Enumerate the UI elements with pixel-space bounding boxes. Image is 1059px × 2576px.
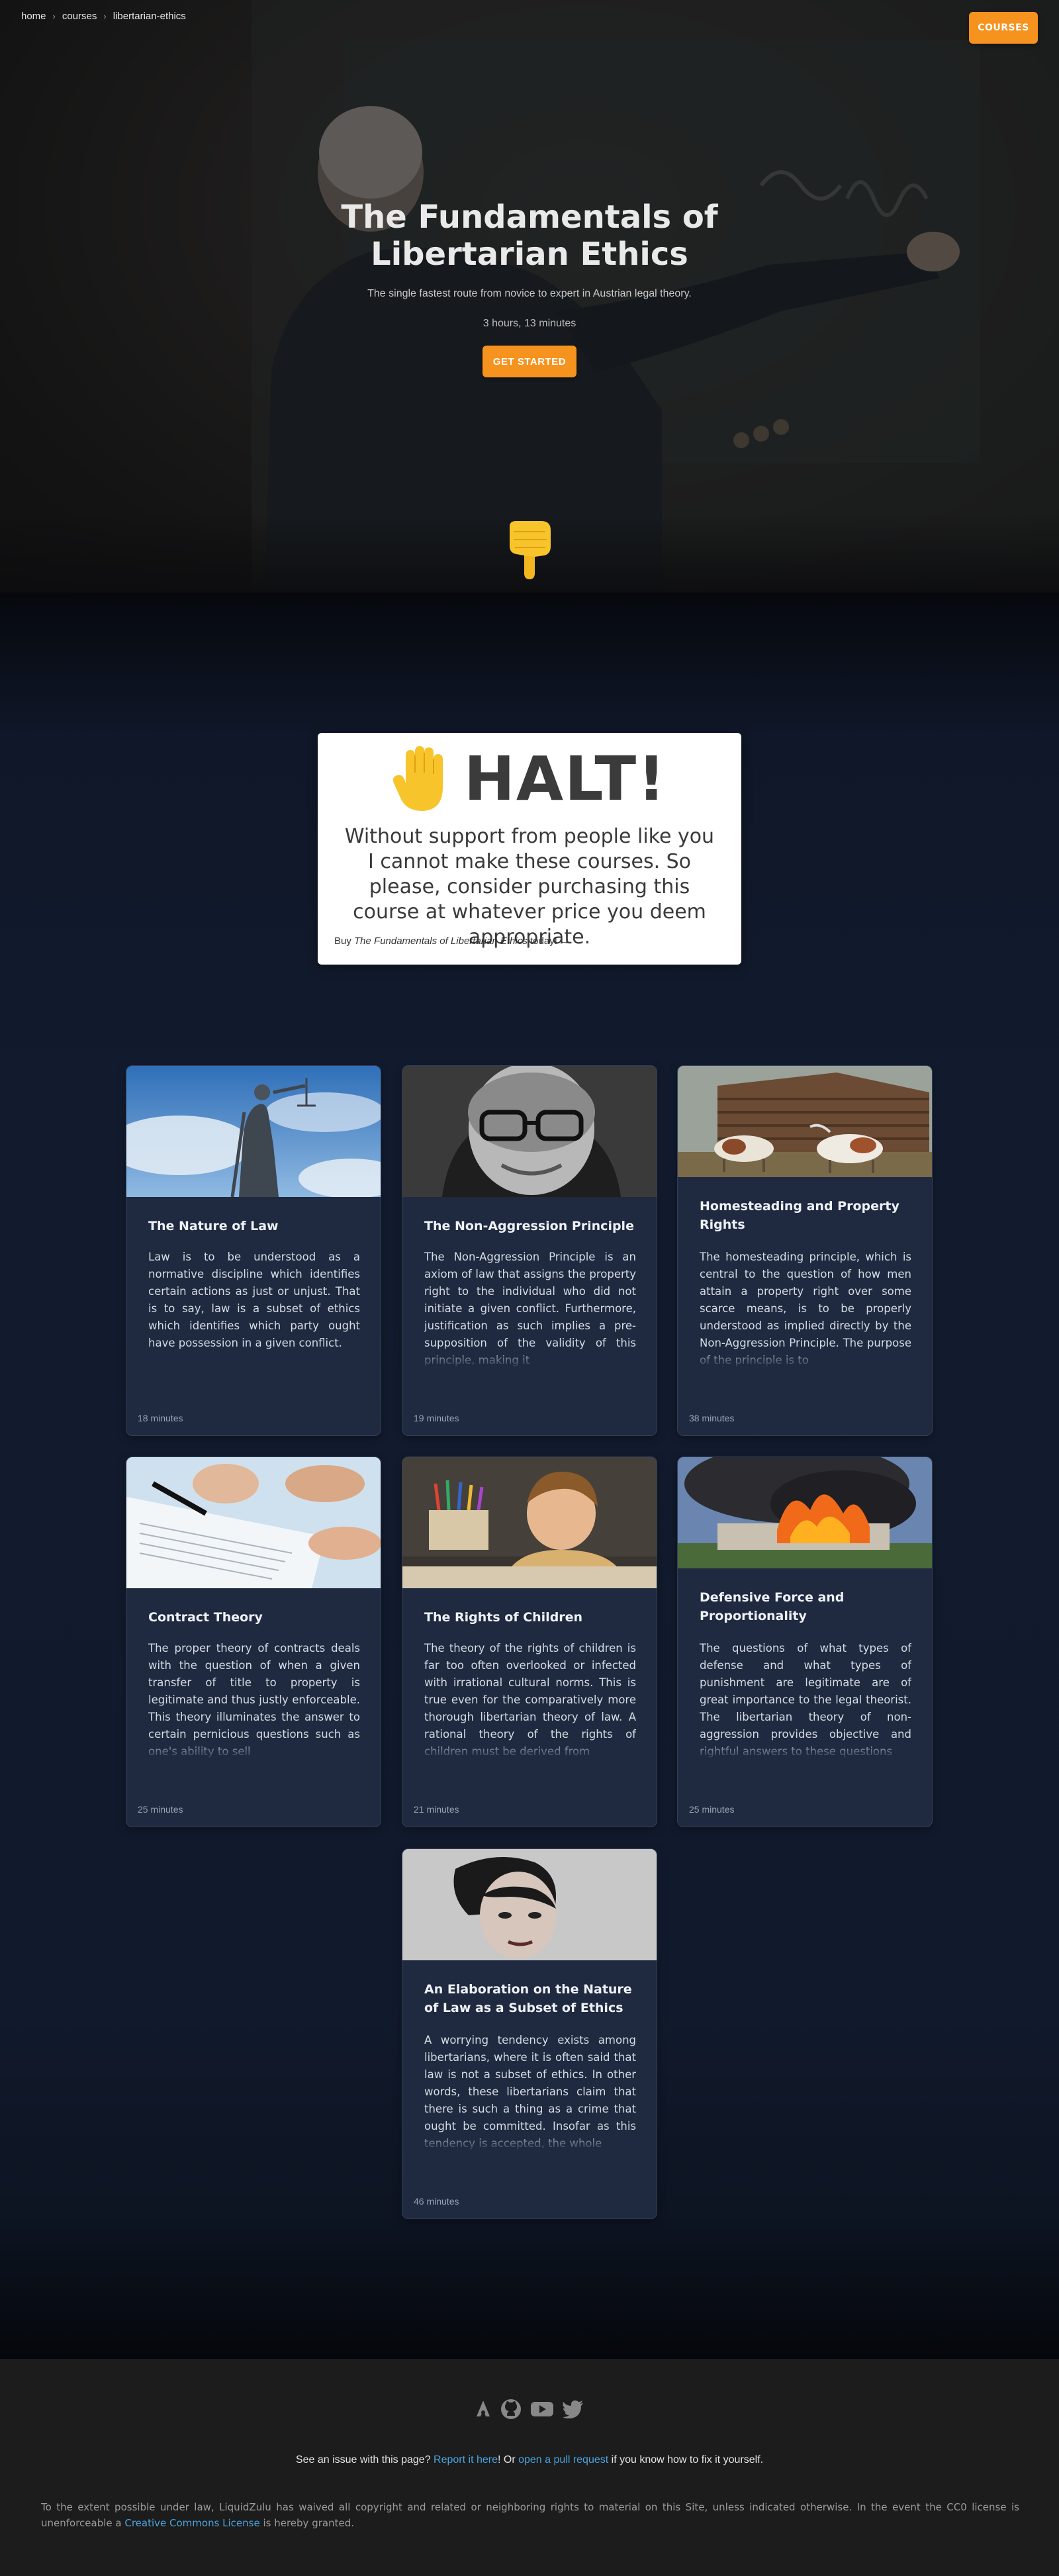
breadcrumb-separator-icon: › [103, 11, 107, 21]
lesson-image [678, 1457, 932, 1568]
burning-compound-image [678, 1457, 932, 1568]
halt-title: HALT! [463, 743, 667, 814]
halt-heading: HALT! [318, 746, 741, 812]
lesson-description: The questions of what types of defense a… [700, 1642, 911, 1758]
issue-prefix: See an issue with this page? [295, 2454, 434, 2465]
cattle-and-log-cabin-image [678, 1066, 932, 1177]
lesson-description: The homesteading principle, which is cen… [700, 1251, 911, 1366]
lesson-image [678, 1066, 932, 1177]
hero-section: home › courses › libertarian-ethics COUR… [0, 0, 1059, 593]
lesson-card[interactable]: Homesteading and Property Rights The hom… [677, 1065, 933, 1436]
lesson-card[interactable]: An Elaboration on the Nature of Law as a… [402, 1848, 657, 2219]
page-title: The Fundamentals of Libertarian Ethics [341, 199, 718, 273]
lady-justice-statue-image [126, 1066, 381, 1197]
lesson-image [402, 1457, 657, 1588]
lesson-title: Homesteading and Property Rights [700, 1199, 899, 1232]
course-duration: 3 hours, 13 minutes [483, 318, 576, 329]
lesson-description: A worrying tendency exists among liberta… [424, 2034, 636, 2150]
lesson-duration: 18 minutes [138, 1413, 183, 1423]
courses-button[interactable]: COURSES [969, 12, 1038, 44]
buy-course-link[interactable]: Buy The Fundamentals of Libertarian Ethi… [334, 935, 570, 947]
lesson-image [402, 1066, 657, 1197]
lesson-title: Contract Theory [148, 1610, 263, 1625]
lesson-duration: 25 minutes [689, 1804, 735, 1815]
issue-mid: ! Or [497, 2454, 519, 2465]
signing-contract-image [126, 1457, 381, 1588]
lesson-image [126, 1457, 381, 1588]
lesson-description: The theory of the rights of children is … [424, 1642, 636, 1758]
lesson-card[interactable]: The Nature of Law Law is to be understoo… [126, 1065, 381, 1436]
buy-suffix: today! → [527, 935, 571, 947]
lesson-image [126, 1066, 381, 1197]
breadcrumb: home › courses › libertarian-ethics [21, 11, 186, 22]
breadcrumb-separator-icon: › [52, 11, 56, 21]
halt-message: Without support from people like you I c… [344, 825, 715, 949]
lesson-card[interactable]: The Non-Aggression Principle The Non-Agg… [402, 1065, 657, 1436]
license-suffix: is hereby granted. [259, 2517, 354, 2529]
footer: See an issue with this page? Report it h… [0, 2359, 1059, 2576]
lesson-description: The Non-Aggression Principle is an axiom… [424, 1251, 636, 1366]
breadcrumb-courses[interactable]: courses [62, 11, 97, 22]
lesson-card[interactable]: Defensive Force and Proportionality The … [677, 1456, 933, 1827]
support-callout: HALT! Without support from people like y… [318, 733, 741, 965]
lesson-duration: 25 minutes [138, 1804, 183, 1815]
lesson-title: The Nature of Law [148, 1219, 279, 1233]
smiling-man-portrait-image [402, 1066, 657, 1197]
breadcrumb-home[interactable]: home [21, 11, 46, 22]
twitter-icon[interactable] [563, 2400, 584, 2418]
raised-hand-icon [392, 746, 443, 811]
footer-issue-line: See an issue with this page? Report it h… [0, 2454, 1059, 2466]
lesson-card[interactable]: Contract Theory The proper theory of con… [126, 1456, 381, 1827]
get-started-button[interactable]: GET STARTED [483, 346, 576, 377]
github-icon[interactable] [500, 2399, 522, 2420]
lesson-image [402, 1849, 657, 1960]
lesson-title: The Rights of Children [424, 1610, 583, 1625]
report-issue-link[interactable]: Report it here [434, 2454, 498, 2465]
lesson-title: The Non-Aggression Principle [424, 1219, 634, 1233]
buy-course-line: Buy The Fundamentals of Libertarian Ethi… [334, 935, 570, 947]
woman-portrait-image [402, 1849, 657, 1960]
lesson-card[interactable]: The Rights of Children The theory of the… [402, 1456, 657, 1827]
hero-subtitle: The single fastest route from novice to … [367, 288, 692, 299]
hero-content: The Fundamentals of Libertarian Ethics T… [0, 199, 1059, 377]
license-notice: To the extent possible under law, Liquid… [41, 2499, 1019, 2531]
creative-commons-link[interactable]: Creative Commons License [124, 2517, 259, 2529]
footer-social-links [0, 2399, 1059, 2420]
lesson-title: An Elaboration on the Nature of Law as a… [424, 1982, 632, 2015]
pull-request-link[interactable]: open a pull request [518, 2454, 608, 2465]
lesson-duration: 46 minutes [414, 2196, 459, 2207]
lesson-duration: 38 minutes [689, 1413, 735, 1423]
buy-prefix: Buy [334, 935, 355, 947]
child-at-desk-image [402, 1457, 657, 1588]
breadcrumb-current[interactable]: libertarian-ethics [113, 11, 186, 22]
backhand-index-pointing-down-icon [510, 521, 551, 579]
lesson-description: Law is to be understood as a normative d… [148, 1251, 360, 1349]
aspect-logo-icon[interactable] [475, 2399, 491, 2419]
lesson-duration: 19 minutes [414, 1413, 459, 1423]
buy-course-name: The Fundamentals of Libertarian Ethics [354, 935, 528, 947]
youtube-icon[interactable] [531, 2401, 553, 2418]
lesson-description: The proper theory of contracts deals wit… [148, 1642, 360, 1758]
lesson-duration: 21 minutes [414, 1804, 459, 1815]
issue-suffix: if you know how to fix it yourself. [608, 2454, 764, 2465]
lesson-title: Defensive Force and Proportionality [700, 1590, 845, 1623]
